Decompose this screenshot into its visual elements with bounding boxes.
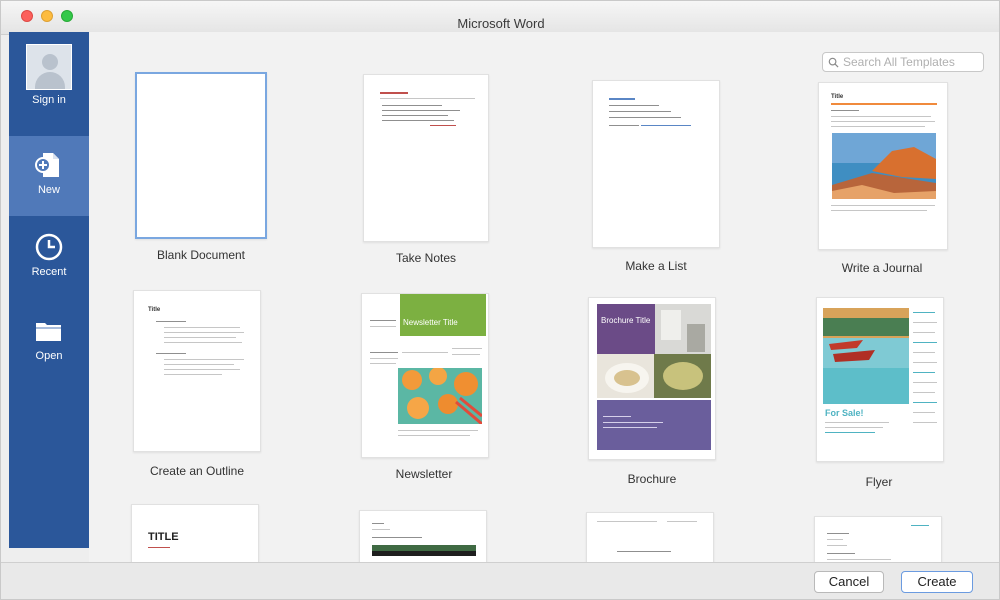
row3-thumb-title: TITLE [148, 531, 179, 543]
cancel-button[interactable]: Cancel [814, 571, 884, 593]
window-title: Microsoft Word [457, 16, 545, 31]
folder-icon [36, 323, 61, 341]
template-label: Newsletter [395, 467, 453, 481]
avatar-icon [26, 44, 72, 90]
sidebar: Sign in New Recent Open [9, 32, 89, 548]
new-document-icon [35, 153, 59, 177]
search-icon [828, 57, 839, 68]
search-input[interactable]: Search All Templates [822, 52, 984, 72]
template-thumbnail[interactable] [592, 80, 720, 248]
newsletter-photo [398, 368, 482, 424]
template-thumbnail[interactable]: Newsletter Title [361, 293, 489, 458]
template-label: Create an Outline [149, 464, 245, 478]
brochure-photo-interior [655, 304, 711, 354]
template-thumbnail[interactable]: Brochure Title [588, 297, 716, 460]
search-placeholder: Search All Templates [843, 55, 955, 69]
brochure-photo-food [597, 354, 711, 398]
template-thumbnail[interactable]: For Sale! [816, 297, 944, 462]
newsletter-thumb-title: Newsletter Title [403, 318, 458, 327]
sidebar-item-label: Sign in [32, 94, 66, 106]
sidebar-item-label: New [37, 184, 60, 196]
brochure-thumb-title: Brochure Title [601, 316, 651, 325]
clock-icon [35, 233, 63, 261]
template-thumbnail[interactable] [135, 72, 267, 239]
screen: Microsoft Word Sign in New Recent Open S… [0, 0, 1000, 600]
journal-photo [832, 133, 936, 199]
template-thumbnail[interactable]: Title [133, 290, 261, 452]
sidebar-item-recent[interactable]: Recent [9, 232, 89, 302]
template-label: Flyer [865, 475, 893, 489]
flyer-thumb-title: For Sale! [825, 408, 864, 418]
template-label: Take Notes [395, 251, 457, 265]
template-label: Make a List [625, 259, 687, 273]
footer-bar: Cancel Create [1, 562, 999, 599]
sidebar-item-open[interactable]: Open [9, 316, 89, 386]
sidebar-item-label: Open [35, 350, 63, 362]
journal-thumb-title: Title [831, 94, 844, 100]
sidebar-item-new[interactable]: New [9, 136, 89, 216]
sidebar-item-label: Recent [31, 266, 67, 278]
template-thumbnail[interactable]: Title [818, 82, 948, 250]
create-button[interactable]: Create [901, 571, 973, 593]
sidebar-item-sign-in[interactable]: Sign in [9, 44, 89, 132]
template-thumbnail[interactable] [363, 74, 489, 242]
template-label: Brochure [627, 472, 677, 486]
title-bar: Microsoft Word [1, 1, 999, 35]
template-gallery: Search All Templates Blank Document Take… [89, 32, 999, 574]
flyer-photo [823, 308, 909, 404]
word-window: Microsoft Word Sign in New Recent Open S… [0, 0, 1000, 600]
template-label: Write a Journal [841, 261, 923, 275]
outline-thumb-title: Title [148, 307, 161, 313]
template-label: Blank Document [156, 248, 246, 262]
